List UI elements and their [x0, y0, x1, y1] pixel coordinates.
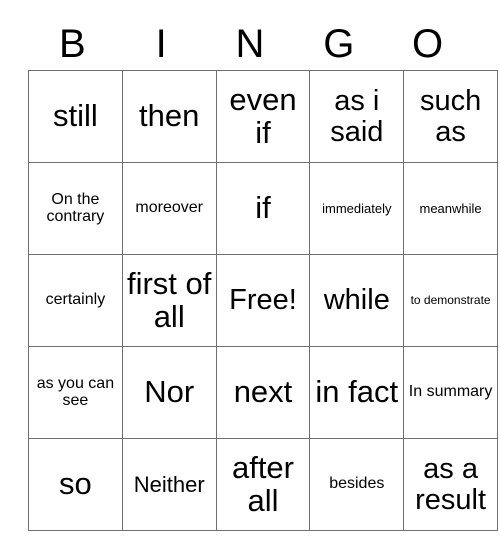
- bingo-cell-i4[interactable]: Nor: [121, 346, 217, 439]
- bingo-cell-b1[interactable]: still: [28, 70, 123, 163]
- bingo-cell-o3[interactable]: to demonstrate: [403, 254, 498, 347]
- bingo-cell-g1[interactable]: as i said: [309, 70, 405, 163]
- bingo-cell-b5[interactable]: so: [28, 438, 123, 531]
- bingo-cell-i3[interactable]: first of all: [121, 254, 217, 347]
- bingo-cell-i1[interactable]: then: [121, 70, 217, 163]
- bingo-cell-b2[interactable]: On the contrary: [28, 162, 123, 255]
- bingo-cell-b4[interactable]: as you can see: [28, 346, 123, 439]
- bingo-row-4: as you can see Nor next in fact In summa…: [28, 346, 498, 439]
- bingo-header-letter-g: G: [323, 22, 355, 66]
- bingo-cell-b3[interactable]: certainly: [28, 254, 123, 347]
- bingo-header: B I N G O: [28, 18, 472, 70]
- bingo-cell-i2[interactable]: moreover: [121, 162, 217, 255]
- bingo-header-letter-n: N: [235, 22, 265, 66]
- bingo-card: B I N G O still then even if as i said s…: [28, 18, 498, 531]
- bingo-grid: still then even if as i said such as On …: [28, 70, 498, 531]
- bingo-cell-g4[interactable]: in fact: [309, 346, 405, 439]
- bingo-cell-n1[interactable]: even if: [215, 70, 311, 163]
- bingo-cell-free-space[interactable]: Free!: [215, 254, 311, 347]
- bingo-row-3: certainly first of all Free! while to de…: [28, 254, 498, 347]
- bingo-cell-g5[interactable]: besides: [309, 438, 405, 531]
- bingo-cell-n2[interactable]: if: [215, 162, 311, 255]
- bingo-cell-n5[interactable]: after all: [215, 438, 311, 531]
- bingo-cell-o5[interactable]: as a result: [403, 438, 498, 531]
- bingo-header-letter-o: O: [412, 22, 444, 66]
- bingo-row-1: still then even if as i said such as: [28, 70, 498, 163]
- bingo-cell-o2[interactable]: meanwhile: [403, 162, 498, 255]
- bingo-cell-n4[interactable]: next: [215, 346, 311, 439]
- bingo-row-2: On the contrary moreover if immediately …: [28, 162, 498, 255]
- bingo-row-5: so Neither after all besides as a result: [28, 438, 498, 531]
- bingo-header-letter-b: B: [59, 22, 86, 66]
- bingo-cell-g2[interactable]: immediately: [309, 162, 405, 255]
- bingo-cell-o1[interactable]: such as: [403, 70, 498, 163]
- bingo-cell-i5[interactable]: Neither: [121, 438, 217, 531]
- bingo-cell-o4[interactable]: In summary: [403, 346, 498, 439]
- bingo-header-letter-i: I: [155, 22, 167, 66]
- bingo-cell-g3[interactable]: while: [309, 254, 405, 347]
